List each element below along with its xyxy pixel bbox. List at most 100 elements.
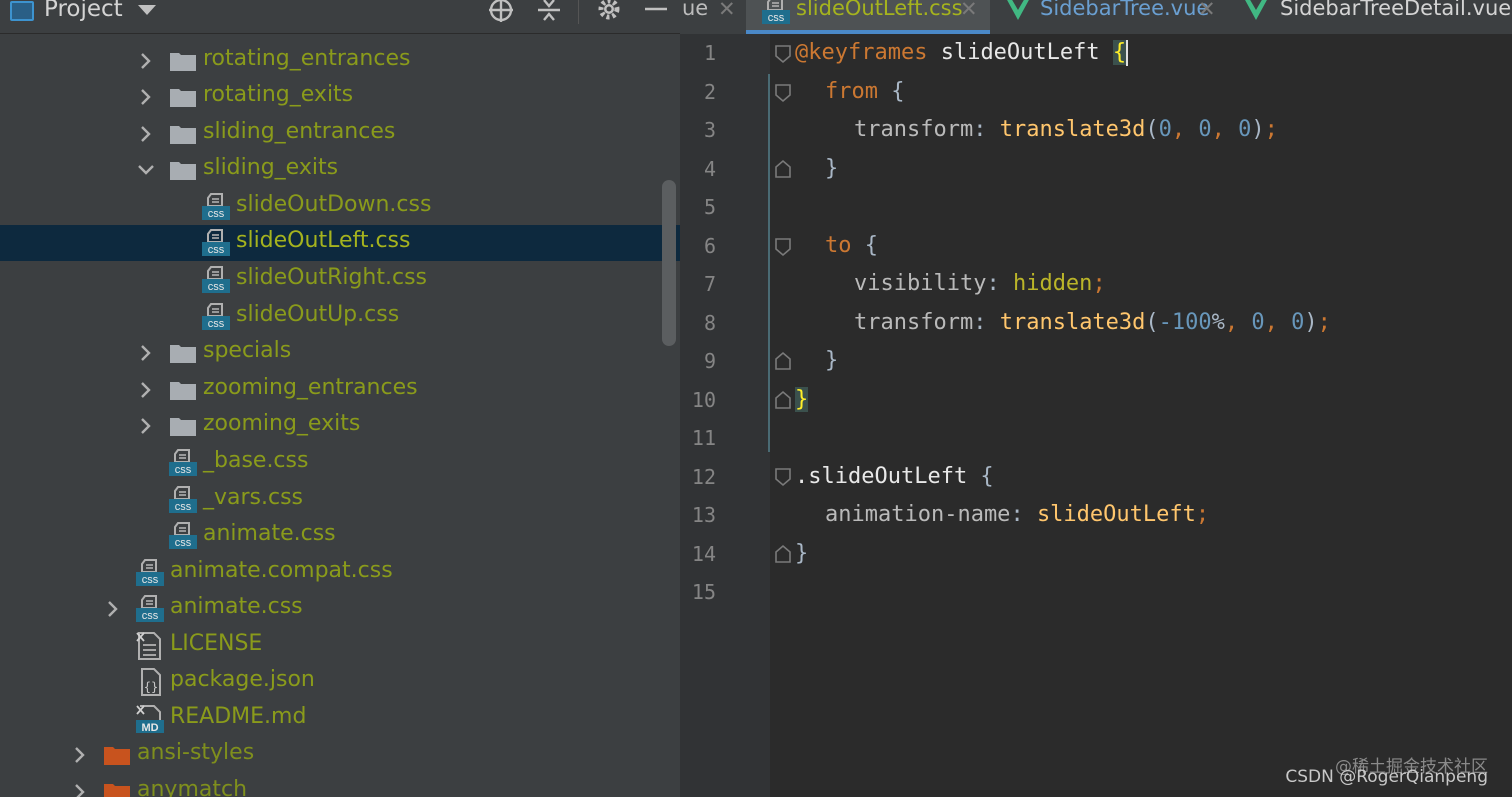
code-line-2[interactable]: from { [825, 79, 904, 104]
fold-open-icon[interactable] [774, 83, 792, 103]
tree-item-file[interactable]: css _vars.css [0, 482, 680, 518]
code-line-10[interactable]: } [795, 387, 809, 412]
code-line-1[interactable]: @keyframes slideOutLeft { [795, 40, 1129, 66]
tab-label: slideOutLeft.css [796, 0, 963, 20]
fold-end-icon[interactable] [774, 390, 792, 410]
svg-text:css: css [175, 501, 192, 513]
chevron-right-icon[interactable] [136, 51, 156, 71]
fold-end-icon[interactable] [774, 159, 792, 179]
tree-item-file[interactable]: {} package.json [0, 664, 680, 700]
tree-item-file-selected[interactable]: css slideOutLeft.css [0, 225, 680, 261]
css-property: transform [854, 117, 974, 142]
css-file-icon: css [762, 0, 790, 24]
fold-end-icon[interactable] [774, 544, 792, 564]
css-file-icon: css [136, 595, 164, 622]
tree-item-folder[interactable]: sliding_entrances [0, 116, 680, 152]
css-property: visibility [854, 271, 987, 296]
locate-icon[interactable] [486, 0, 516, 26]
tree-item-folder[interactable]: rotating_exits [0, 79, 680, 115]
tree-item-file[interactable]: LICENSE [0, 628, 680, 664]
close-icon[interactable]: ✕ [1198, 0, 1216, 21]
tree-item-folder[interactable]: ansi-styles [0, 737, 680, 773]
svg-text:css: css [208, 208, 225, 220]
tree-item-label: slideOutUp.css [236, 302, 400, 327]
project-view-icon[interactable] [10, 1, 34, 21]
tree-item-file[interactable]: css slideOutDown.css [0, 189, 680, 225]
css-file-icon: css [136, 559, 164, 586]
code-line-3[interactable]: transform: translate3d(0, 0, 0); [854, 117, 1278, 142]
close-icon[interactable]: ✕ [960, 0, 978, 21]
code-line-4[interactable]: } [825, 156, 838, 181]
tree-item-file[interactable]: css animate.css [0, 591, 680, 627]
text-file-icon [136, 632, 161, 660]
gear-icon[interactable] [594, 0, 624, 26]
code-line-12[interactable]: .slideOutLeft { [795, 464, 994, 489]
chevron-right-icon[interactable] [70, 782, 90, 797]
chevron-right-icon[interactable] [103, 599, 123, 619]
folder-icon [170, 418, 196, 436]
code-line-6[interactable]: to { [825, 233, 878, 258]
tab-slideOutLeft[interactable]: css slideOutLeft.css ✕ [746, 0, 990, 34]
line-number: 8 [703, 311, 716, 335]
code-line-7[interactable]: visibility: hidden; [854, 271, 1106, 296]
css-file-icon: css [202, 193, 230, 220]
project-panel-title[interactable]: Project [44, 0, 123, 22]
svg-text:MD: MD [141, 722, 158, 734]
tree-item-file[interactable]: css slideOutUp.css [0, 299, 680, 335]
tree-item-folder[interactable]: sliding_exits [0, 152, 680, 188]
css-value: slideOutLeft [1036, 502, 1196, 527]
css-file-icon: css [169, 486, 197, 513]
tree-item-folder[interactable]: zooming_entrances [0, 372, 680, 408]
line-number: 9 [703, 349, 716, 373]
fold-open-icon[interactable] [774, 44, 792, 64]
close-icon[interactable]: ✕ [718, 0, 736, 21]
tree-item-label: animate.css [170, 594, 303, 619]
chevron-right-icon[interactable] [136, 380, 156, 400]
tree-item-file[interactable]: css animate.css [0, 518, 680, 554]
line-number: 7 [703, 272, 716, 296]
tree-item-folder[interactable]: zooming_exits [0, 408, 680, 444]
minimize-icon[interactable] [642, 0, 672, 26]
svg-text:css: css [175, 537, 192, 549]
tree-item-folder[interactable]: anymatch [0, 774, 680, 797]
tree-scrollbar[interactable] [662, 180, 676, 346]
code-line-9[interactable]: } [825, 348, 838, 373]
tree-item-folder[interactable]: specials [0, 335, 680, 371]
vue-file-icon [1007, 0, 1029, 20]
tab-SidebarTreeDetail[interactable]: SidebarTreeDetail.vue [1230, 0, 1512, 34]
keyframes-name: slideOutLeft [940, 40, 1100, 65]
chevron-right-icon[interactable] [70, 745, 90, 765]
tree-item-file[interactable]: css slideOutRight.css [0, 262, 680, 298]
line-number: 13 [691, 503, 716, 527]
tree-item-label: sliding_entrances [203, 119, 396, 144]
line-number: 12 [691, 465, 716, 489]
tab-label: SidebarTreeDetail.vue [1280, 0, 1512, 20]
tab-SidebarTree[interactable]: SidebarTree.vue ✕ [992, 0, 1228, 34]
fold-open-icon[interactable] [774, 467, 792, 487]
code-line-14[interactable]: } [795, 541, 808, 566]
project-panel-header: Project [0, 0, 680, 34]
code-line-13[interactable]: animation-name: slideOutLeft; [825, 502, 1209, 527]
at-rule-keyword: @keyframes [795, 40, 928, 65]
tree-item-file[interactable]: css animate.compat.css [0, 555, 680, 591]
chevron-right-icon[interactable] [136, 124, 156, 144]
code-editor: ue ✕ css slideOutLeft.css ✕ SidebarTree.… [680, 0, 1512, 797]
chevron-right-icon[interactable] [136, 416, 156, 436]
matched-brace: } [795, 387, 809, 412]
fold-end-icon[interactable] [774, 351, 792, 371]
svg-text:css: css [768, 12, 785, 24]
chevron-right-icon[interactable] [136, 343, 156, 363]
tree-item-label: _vars.css [203, 485, 304, 510]
tree-item-folder[interactable]: rotating_entrances [0, 43, 680, 79]
tab-partial[interactable]: ue ✕ [680, 0, 744, 34]
chevron-down-icon[interactable] [138, 5, 156, 15]
code-line-8[interactable]: transform: translate3d(-100%, 0, 0); [854, 310, 1331, 335]
tree-item-file[interactable]: css _base.css [0, 445, 680, 481]
css-property: transform [854, 310, 974, 335]
svg-text:{}: {} [144, 680, 158, 694]
chevron-right-icon[interactable] [136, 87, 156, 107]
fold-open-icon[interactable] [774, 237, 792, 257]
collapse-all-icon[interactable] [534, 0, 564, 26]
tree-item-file[interactable]: MD README.md [0, 701, 680, 737]
chevron-down-icon[interactable] [136, 160, 156, 180]
